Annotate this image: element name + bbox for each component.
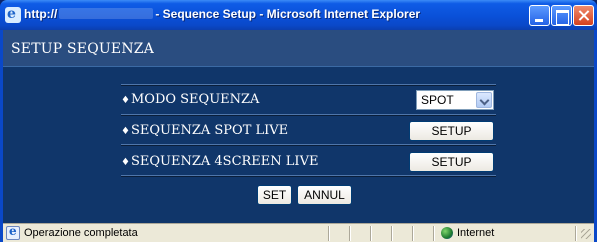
- close-icon: [574, 6, 593, 25]
- divider: [121, 144, 496, 146]
- setup-spot-live-button[interactable]: SETUP: [409, 121, 494, 141]
- resize-grip-icon[interactable]: [581, 229, 591, 239]
- row-label-4screen-live: ♦SEQUENZA 4SCREEN LIVE: [121, 154, 319, 169]
- bullet-diamond: ♦: [121, 157, 130, 168]
- globe-icon: [441, 227, 453, 239]
- security-zone: Internet: [457, 227, 495, 239]
- minimize-icon: [530, 6, 549, 25]
- status-separator: [391, 226, 393, 241]
- title-bar[interactable]: e http://- Sequence Setup - Microsoft In…: [0, 0, 597, 30]
- status-separator: [412, 226, 414, 241]
- mode-select[interactable]: SPOT: [416, 90, 494, 110]
- page-icon: [6, 224, 20, 240]
- row-label-mode: ♦MODO SEQUENZA: [121, 92, 260, 107]
- page-header: SETUP SEQUENZA: [3, 30, 594, 67]
- close-button[interactable]: [573, 5, 594, 26]
- status-separator: [349, 226, 351, 241]
- internet-explorer-icon: e: [5, 6, 21, 23]
- bullet-diamond: ♦: [121, 95, 130, 106]
- divider: [121, 175, 496, 177]
- window-title: http://- Sequence Setup - Microsoft Inte…: [24, 7, 421, 21]
- page-title: SETUP SEQUENZA: [11, 41, 155, 57]
- status-text: Operazione completata: [24, 227, 138, 239]
- setup-4screen-live-button[interactable]: SETUP: [409, 152, 494, 172]
- status-separator: [433, 226, 435, 241]
- status-separator: [575, 226, 577, 241]
- divider: [121, 84, 496, 86]
- set-button[interactable]: SET: [257, 185, 292, 205]
- cancel-button[interactable]: ANNUL: [297, 185, 352, 205]
- row-label-spot-live: ♦SEQUENZA SPOT LIVE: [121, 123, 289, 138]
- status-separator: [370, 226, 372, 241]
- chevron-down-icon[interactable]: [476, 92, 492, 108]
- minimize-button[interactable]: [529, 5, 550, 26]
- status-separator: [328, 226, 330, 241]
- redacted-address: [59, 8, 154, 19]
- maximize-icon: [552, 6, 571, 25]
- bullet-diamond: ♦: [121, 126, 130, 137]
- maximize-button[interactable]: [551, 5, 572, 26]
- divider: [121, 114, 496, 116]
- status-bar: Operazione completata Internet: [3, 223, 594, 242]
- browser-window: e http://- Sequence Setup - Microsoft In…: [0, 0, 597, 242]
- page-content: SETUP SEQUENZA ♦MODO SEQUENZA SPOT ♦SEQU…: [3, 30, 594, 223]
- mode-select-value: SPOT: [421, 93, 454, 107]
